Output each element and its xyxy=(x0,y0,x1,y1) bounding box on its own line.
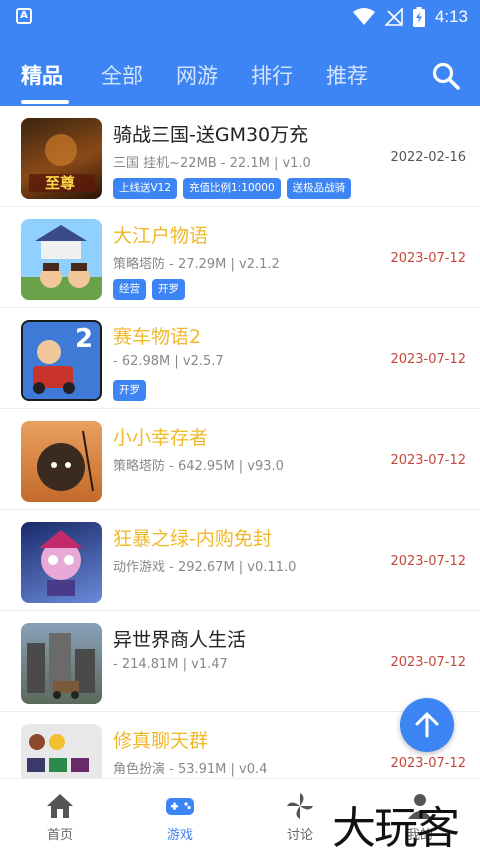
arrow-up-icon xyxy=(415,712,439,738)
game-title: 修真聊天群 xyxy=(113,730,209,752)
game-title: 赛车物语2 xyxy=(113,326,202,348)
nav-games[interactable]: 游戏 xyxy=(120,779,240,852)
game-meta: 角色扮演 - 53.91M | v0.4 xyxy=(113,762,268,777)
game-date: 2023-07-12 xyxy=(390,453,466,468)
game-art-image xyxy=(37,430,94,492)
game-art-image xyxy=(21,225,102,300)
tab-featured[interactable]: 精品 xyxy=(21,60,63,90)
thumbnail-caption: 2 xyxy=(75,324,94,354)
nav-label: 游戏 xyxy=(166,828,193,843)
tab-all[interactable]: 全部 xyxy=(101,60,143,90)
game-date: 2023-07-12 xyxy=(390,554,466,569)
gamepad-icon xyxy=(166,798,194,815)
game-title: 异世界商人生活 xyxy=(113,629,247,651)
status-icons: 4:13 xyxy=(352,6,468,28)
active-tab-indicator xyxy=(21,100,69,104)
game-thumbnail xyxy=(21,421,102,502)
nav-home[interactable]: 首页 xyxy=(0,779,120,852)
battery-charging-icon xyxy=(412,7,425,27)
game-tag[interactable]: 送极品战骑 xyxy=(286,178,352,199)
game-list-item[interactable]: 大江户物语 策略塔防 - 27.29M | v2.1.2 2023-07-12 … xyxy=(0,207,480,308)
game-tag[interactable]: 开罗 xyxy=(113,380,146,401)
watermark: 大玩客 xyxy=(332,803,460,852)
game-title: 小小幸存者 xyxy=(113,427,209,449)
pinwheel-icon xyxy=(287,793,313,819)
game-title: 狂暴之绿-内购免封 xyxy=(113,528,272,550)
no-signal-icon xyxy=(384,8,403,26)
game-tag[interactable]: 上线送V12 xyxy=(113,178,178,199)
search-icon[interactable] xyxy=(430,60,462,92)
game-tag[interactable]: 充值比例1:10000 xyxy=(183,178,281,199)
game-date: 2023-07-12 xyxy=(390,251,466,266)
game-thumbnail: 2 xyxy=(21,320,102,401)
game-tag[interactable]: 经营 xyxy=(113,279,146,300)
scroll-to-top-button[interactable] xyxy=(400,698,454,752)
game-thumbnail xyxy=(21,522,102,603)
game-art-image xyxy=(27,633,95,699)
game-meta: 动作游戏 - 292.67M | v0.11.0 xyxy=(113,560,297,575)
game-title: 骑战三国-送GM30万充 xyxy=(113,124,309,146)
game-thumbnail xyxy=(21,724,102,778)
game-art-image xyxy=(39,530,83,596)
status-bar: A 4:13 xyxy=(0,0,480,34)
tab-ranking[interactable]: 排行 xyxy=(251,60,293,90)
game-list: 至尊 骑战三国-送GM30万充 三国 挂机~22MB - 22.1M | v1.… xyxy=(0,106,480,778)
tab-recommended[interactable]: 推荐 xyxy=(326,60,368,90)
thumbnail-caption: 至尊 xyxy=(45,174,76,192)
game-list-item[interactable]: 异世界商人生活 - 214.81M | v1.47 2023-07-12 xyxy=(0,611,480,712)
app-notification-icon: A xyxy=(16,8,32,24)
game-thumbnail: 至尊 xyxy=(21,118,102,199)
game-tags: 开罗 xyxy=(113,380,146,401)
game-list-item[interactable]: 至尊 骑战三国-送GM30万充 三国 挂机~22MB - 22.1M | v1.… xyxy=(0,106,480,207)
game-date: 2023-07-12 xyxy=(390,756,466,771)
wifi-icon xyxy=(352,8,375,25)
tab-online-games[interactable]: 网游 xyxy=(176,60,218,90)
nav-label: 首页 xyxy=(46,828,73,843)
game-tags: 经营 开罗 xyxy=(113,279,185,300)
game-list-item[interactable]: 2 赛车物语2 - 62.98M | v2.5.7 2023-07-12 开罗 xyxy=(0,308,480,409)
game-date: 2022-02-16 xyxy=(390,150,466,165)
game-date: 2023-07-12 xyxy=(390,655,466,670)
game-date: 2023-07-12 xyxy=(390,352,466,367)
game-art-image xyxy=(27,734,89,772)
game-title: 大江户物语 xyxy=(113,225,209,247)
game-meta: 三国 挂机~22MB - 22.1M | v1.0 xyxy=(113,156,311,171)
game-thumbnail xyxy=(21,219,102,300)
game-list-item[interactable]: 狂暴之绿-内购免封 动作游戏 - 292.67M | v0.11.0 2023-… xyxy=(0,510,480,611)
game-meta: - 214.81M | v1.47 xyxy=(113,657,228,672)
game-tag[interactable]: 开罗 xyxy=(152,279,185,300)
top-tab-bar: 精品 全部 网游 排行 推荐 xyxy=(0,34,480,106)
game-list-item[interactable]: 小小幸存者 策略塔防 - 642.95M | v93.0 2023-07-12 xyxy=(0,409,480,510)
game-meta: - 62.98M | v2.5.7 xyxy=(113,354,224,369)
home-icon xyxy=(47,794,73,818)
game-thumbnail xyxy=(21,623,102,704)
game-meta: 策略塔防 - 27.29M | v2.1.2 xyxy=(113,257,280,272)
clock: 4:13 xyxy=(434,7,468,26)
game-meta: 策略塔防 - 642.95M | v93.0 xyxy=(113,459,284,474)
game-tags: 上线送V12 充值比例1:10000 送极品战骑 xyxy=(113,178,352,199)
